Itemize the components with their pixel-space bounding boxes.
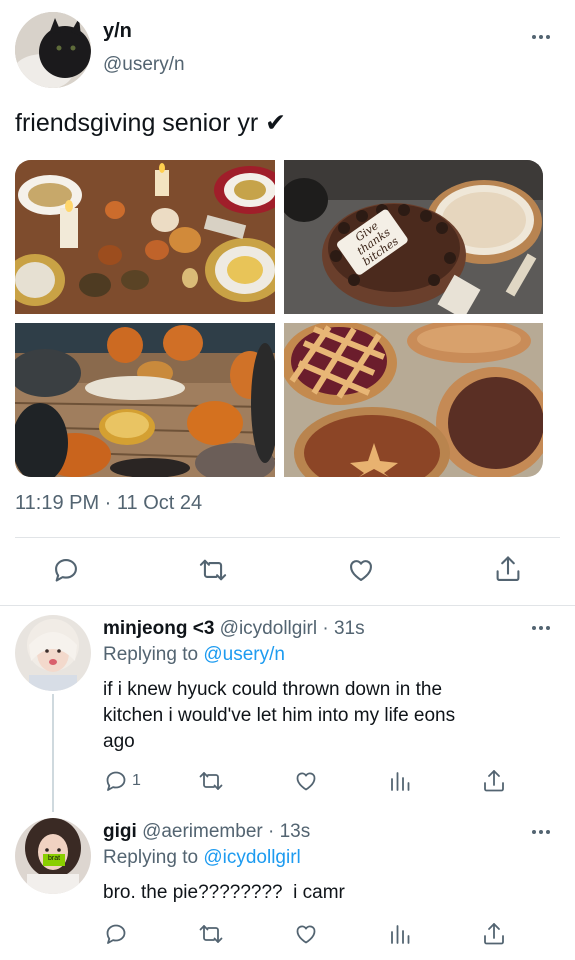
- reply-icon: [106, 771, 126, 791]
- reply-icon: [106, 924, 126, 944]
- reply-count: 1: [132, 772, 141, 789]
- like-icon: [296, 772, 316, 791]
- reply-button[interactable]: 1: [104, 769, 141, 793]
- divider: [0, 605, 575, 606]
- avatar-badge: brat: [47, 855, 61, 862]
- share-button[interactable]: [494, 554, 522, 584]
- views-icon: [391, 772, 410, 791]
- retweet-icon: [199, 559, 227, 581]
- reply-text-line: if i knew hyuck could thrown down in the: [103, 679, 443, 700]
- like-icon: [296, 925, 316, 944]
- reply-text-line: kitchen i would've let him into my life …: [103, 705, 456, 726]
- more-icon[interactable]: [532, 35, 550, 39]
- retweet-icon: [199, 772, 223, 790]
- views-icon: [391, 925, 410, 944]
- reply-1-avatar[interactable]: [15, 615, 91, 691]
- reply-2-text: bro. the pie???????? i camr: [103, 882, 345, 903]
- retweet-button[interactable]: [198, 922, 224, 946]
- more-icon[interactable]: [532, 830, 550, 834]
- replying-prefix: Replying to: [103, 847, 199, 868]
- tweet-photo-4[interactable]: [284, 323, 543, 477]
- views-button[interactable]: [388, 922, 412, 946]
- author-display-name[interactable]: y/n: [103, 20, 132, 43]
- thread-line: [52, 694, 54, 812]
- reply-1-header: minjeong <3 @icydollgirl · 31s: [103, 618, 365, 640]
- share-button[interactable]: [482, 768, 506, 794]
- divider: [15, 537, 560, 538]
- reply-2-time[interactable]: · 13s: [268, 821, 310, 842]
- views-button[interactable]: [388, 769, 412, 793]
- share-icon: [496, 556, 520, 581]
- like-button[interactable]: [293, 922, 319, 946]
- tweet-timestamp[interactable]: 11:19 PM · 11 Oct 24: [15, 492, 202, 515]
- reply-1-handle[interactable]: @icydollgirl: [220, 618, 317, 639]
- reply-text-line: ago: [103, 731, 135, 752]
- reply-2-avatar[interactable]: brat: [15, 818, 91, 894]
- reply-2-handle[interactable]: @aerimember: [142, 821, 263, 842]
- more-icon[interactable]: [532, 626, 550, 630]
- reply-2-display-name[interactable]: gigi: [103, 821, 137, 842]
- like-icon: [350, 560, 372, 581]
- replying-to-link[interactable]: @icydollgirl: [203, 847, 300, 868]
- reply-1-display-name[interactable]: minjeong <3: [103, 618, 214, 639]
- share-button[interactable]: [482, 921, 506, 947]
- replying-prefix: Replying to: [103, 644, 199, 665]
- like-button[interactable]: [346, 556, 376, 584]
- reply-button[interactable]: [52, 556, 80, 584]
- retweet-icon: [199, 925, 223, 943]
- reply-1-time[interactable]: · 31s: [322, 618, 364, 639]
- tweet-photo-2[interactable]: Give thanks bitches: [284, 160, 543, 314]
- author-avatar[interactable]: [15, 12, 91, 88]
- tweet-photo-1[interactable]: [15, 160, 275, 314]
- reply-1-replying-to: Replying to @usery/n: [103, 644, 285, 666]
- replying-to-link[interactable]: @usery/n: [203, 644, 285, 665]
- like-button[interactable]: [293, 769, 319, 793]
- tweet-photo-3[interactable]: [15, 323, 275, 477]
- reply-2-header: gigi @aerimember · 13s: [103, 821, 310, 843]
- reply-1-text: if i knew hyuck could thrown down in the…: [103, 677, 455, 755]
- retweet-button[interactable]: [198, 769, 224, 793]
- share-icon: [484, 770, 504, 792]
- reply-2-replying-to: Replying to @icydollgirl: [103, 847, 301, 869]
- reply-button[interactable]: [104, 922, 128, 946]
- share-icon: [484, 923, 504, 945]
- tweet-text: friendsgiving senior yr ✔: [15, 109, 287, 137]
- reply-icon: [55, 559, 77, 582]
- retweet-button[interactable]: [198, 556, 228, 584]
- author-handle[interactable]: @usery/n: [103, 54, 185, 76]
